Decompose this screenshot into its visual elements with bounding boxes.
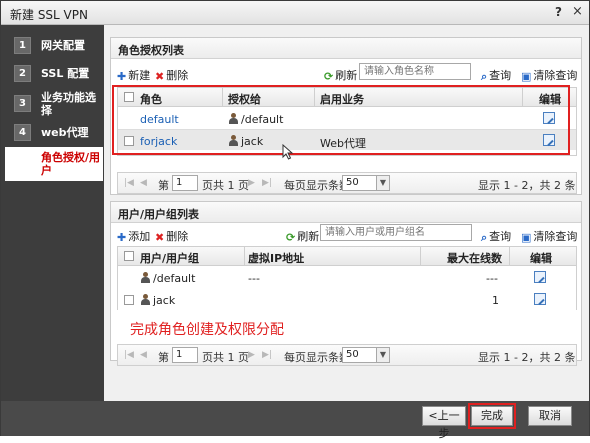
page-count-label: 页共 1 页 (202, 179, 249, 192)
mouse-cursor-icon (282, 144, 294, 160)
role-add-button[interactable]: ✚ 新建 (117, 67, 150, 83)
edit-icon[interactable] (534, 293, 546, 305)
col-virtual-ip[interactable]: 虚拟IP地址 (248, 250, 304, 266)
step-number: 1 (14, 37, 31, 54)
role-delete-button[interactable]: ✖ 删除 (155, 67, 188, 83)
step-label: 网关配置 (41, 39, 85, 52)
next-page-icon[interactable]: ▶ (248, 350, 255, 360)
user-list-panel: 用户/用户组列表 ✚添加 ✖删除 ⟳刷新 ⌕查询 ▣清除查询 用户/用户组 虚拟… (110, 201, 582, 366)
role-refresh-button[interactable]: ⟳ 刷新 (324, 67, 357, 83)
page-prefix: 第 (158, 351, 169, 364)
step-role-auth-user[interactable]: 5 角色授权/用户 (5, 147, 103, 181)
prev-page-icon[interactable]: ◀ (140, 178, 147, 188)
step-label: 业务功能选择 (41, 91, 96, 117)
page-number-input[interactable]: 1 (172, 175, 198, 191)
user-cell: /default (140, 272, 195, 285)
per-page-label: 每页显示条数 (284, 351, 350, 364)
role-pager: |◀ ◀ 第 1 页共 1 页 ▶ ▶| 每页显示条数 50 ▼ 显示 1 - 2… (117, 172, 577, 194)
user-pager: |◀ ◀ 第 1 页共 1 页 ▶ ▶| 每页显示条数 50 ▼ 显示 1 - 2… (117, 344, 577, 366)
max-online-cell: --- (486, 272, 498, 285)
page-count-label: 页共 1 页 (202, 351, 249, 364)
user-table-header: 用户/用户组 虚拟IP地址 最大在线数 编辑 (118, 247, 576, 266)
first-page-icon[interactable]: |◀ (124, 350, 134, 360)
role-clear-query-button[interactable]: ▣ 清除查询 (521, 67, 577, 83)
step-ssl-config[interactable]: 2 SSL 配置 (5, 63, 103, 85)
window-title: 新建 SSL VPN (10, 8, 88, 22)
chevron-down-icon: ▼ (376, 348, 389, 362)
finish-highlight-box (468, 403, 516, 429)
user-clear-query-button[interactable]: ▣ 清除查询 (521, 228, 577, 244)
refresh-icon: ⟳ (286, 231, 296, 244)
step-label: SSL 配置 (41, 67, 90, 80)
page-prefix: 第 (158, 179, 169, 192)
user-delete-button[interactable]: ✖ 删除 (155, 228, 188, 244)
clear-query-icon: ▣ (521, 231, 532, 244)
prev-step-button[interactable]: <上一步 (422, 406, 466, 440)
edit-icon[interactable] (534, 271, 546, 283)
step-number: 4 (14, 124, 31, 141)
delete-x-icon: ✖ (155, 231, 165, 244)
annotation-text: 完成角色创建及权限分配 (130, 322, 284, 338)
table-row[interactable]: /default --- --- (118, 267, 576, 288)
per-page-label: 每页显示条数 (284, 179, 350, 192)
step-label: web代理 (41, 126, 89, 139)
step-label: 角色授权/用户 (41, 151, 101, 177)
last-page-icon[interactable]: ▶| (262, 178, 272, 188)
plus-icon: ✚ (117, 231, 127, 244)
user-table: 用户/用户组 虚拟IP地址 最大在线数 编辑 /default --- --- (117, 246, 577, 310)
main-content: 角色授权列表 ✚新建 ✖删除 ⟳刷新 ⌕查询 ▣清除查询 角色 授权给 启用业务… (104, 25, 589, 401)
role-search-input[interactable] (359, 63, 471, 80)
user-group-icon (140, 272, 151, 283)
help-button[interactable]: ? (555, 5, 562, 19)
role-query-button[interactable]: ⌕ 查询 (481, 67, 511, 84)
title-bar: 新建 SSL VPN ? × (1, 1, 589, 25)
wizard-steps-sidebar: 1 网关配置 2 SSL 配置 3 业务功能选择 4 web代理 5 角色授权/… (1, 25, 104, 401)
delete-x-icon: ✖ (155, 70, 165, 83)
last-page-icon[interactable]: ▶| (262, 350, 272, 360)
col-max-online[interactable]: 最大在线数 (447, 250, 502, 266)
per-page-select[interactable]: 50 ▼ (342, 347, 390, 363)
prev-page-icon[interactable]: ◀ (140, 350, 147, 360)
page-number-input[interactable]: 1 (172, 347, 198, 363)
search-icon: ⌕ (481, 231, 488, 244)
pager-summary: 显示 1 - 2，共 2 条 (478, 179, 576, 192)
table-row[interactable]: jack 1 (118, 289, 576, 310)
col-user[interactable]: 用户/用户组 (140, 250, 199, 266)
chevron-down-icon: ▼ (376, 176, 389, 190)
next-page-icon[interactable]: ▶ (248, 178, 255, 188)
per-page-select[interactable]: 50 ▼ (342, 175, 390, 191)
step-service-selection[interactable]: 3 业务功能选择 (5, 89, 103, 119)
refresh-icon: ⟳ (324, 70, 334, 83)
user-query-button[interactable]: ⌕ 查询 (481, 228, 511, 245)
ssl-vpn-wizard-window: 新建 SSL VPN ? × 1 网关配置 2 SSL 配置 3 业务功能选择 … (0, 0, 590, 440)
user-panel-title: 用户/用户组列表 (111, 202, 581, 223)
first-page-icon[interactable]: |◀ (124, 178, 134, 188)
user-cell: jack (140, 294, 175, 307)
close-button[interactable]: × (572, 4, 583, 19)
user-add-button[interactable]: ✚ 添加 (117, 228, 150, 244)
clear-query-icon: ▣ (521, 70, 532, 83)
highlight-box (112, 85, 570, 155)
col-edit: 编辑 (530, 252, 552, 265)
row-checkbox[interactable] (124, 295, 134, 305)
max-online-cell: 1 (492, 294, 499, 307)
search-icon: ⌕ (481, 70, 488, 83)
virtual-ip-cell: --- (248, 272, 260, 285)
pager-summary: 显示 1 - 2，共 2 条 (478, 351, 576, 364)
step-web-proxy[interactable]: 4 web代理 (5, 122, 103, 144)
step-number: 3 (14, 95, 31, 112)
select-all-checkbox[interactable] (124, 251, 134, 261)
user-icon (140, 294, 151, 305)
user-refresh-button[interactable]: ⟳ 刷新 (286, 228, 319, 244)
plus-icon: ✚ (117, 70, 127, 83)
step-number: 5 (14, 155, 31, 172)
role-panel-title: 角色授权列表 (111, 38, 581, 59)
cancel-button[interactable]: 取消 (528, 406, 572, 426)
step-number: 2 (14, 65, 31, 82)
step-gateway-config[interactable]: 1 网关配置 (5, 35, 103, 57)
user-search-input[interactable] (320, 224, 472, 241)
